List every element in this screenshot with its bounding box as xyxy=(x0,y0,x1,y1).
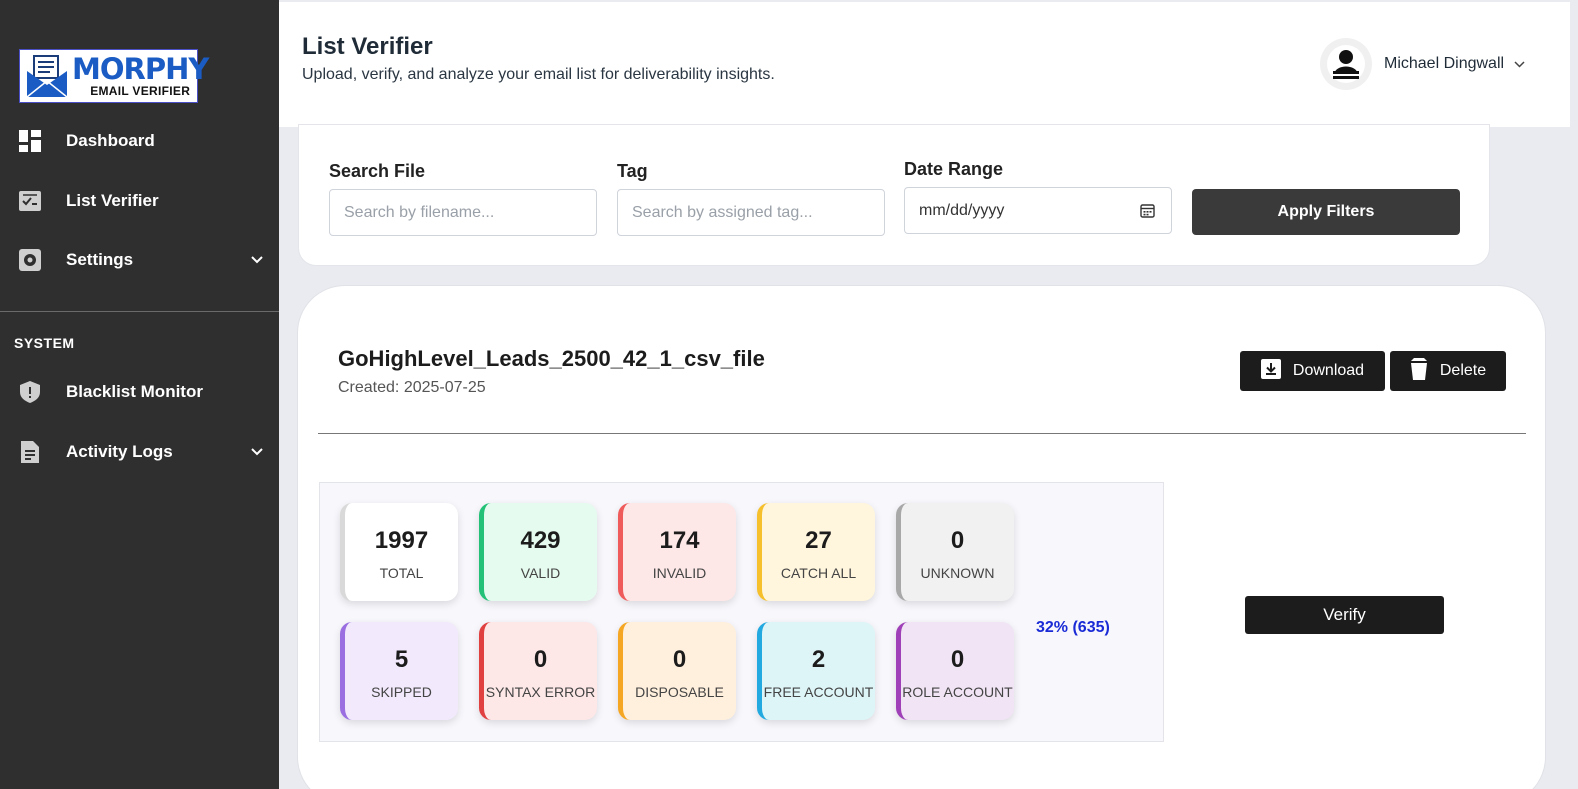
app-logo[interactable]: MORPHY EMAIL VERIFIER xyxy=(19,49,209,103)
sidebar-item-dashboard[interactable]: Dashboard xyxy=(0,121,279,161)
stat-label: INVALID xyxy=(652,565,707,581)
stat-label: TOTAL xyxy=(379,565,424,581)
card-divider xyxy=(318,433,1526,434)
stat-label: VALID xyxy=(520,565,561,581)
file-created-date: Created: 2025-07-25 xyxy=(338,379,486,396)
stat-card-disposable: 0 DISPOSABLE xyxy=(618,622,736,720)
stat-card-skipped: 5 SKIPPED xyxy=(340,622,458,720)
search-file-input[interactable]: Search by filename... xyxy=(329,189,597,236)
chevron-down-icon xyxy=(251,251,263,269)
sidebar-divider xyxy=(0,311,279,312)
sidebar-item-label: List Verifier xyxy=(66,191,159,210)
date-range-input[interactable]: mm/dd/yyyy xyxy=(904,187,1172,234)
sidebar-item-settings[interactable]: Settings xyxy=(0,240,279,280)
search-file-label: Search File xyxy=(329,161,426,181)
stat-label: SYNTAX ERROR xyxy=(485,684,596,700)
download-icon xyxy=(1260,358,1281,384)
envelope-icon xyxy=(24,53,70,99)
stat-label: UNKNOWN xyxy=(920,565,995,581)
sidebar-item-label: Settings xyxy=(66,250,134,269)
delete-button[interactable]: Delete xyxy=(1390,351,1506,391)
sidebar-item-label: Dashboard xyxy=(66,131,155,150)
stat-value: 1997 xyxy=(374,527,429,554)
avatar xyxy=(1320,38,1372,90)
verification-progress-text: 32% (635) xyxy=(1036,619,1110,636)
stat-label: CATCH ALL xyxy=(780,565,857,581)
page-header: List Verifier Upload, verify, and analyz… xyxy=(279,2,1570,127)
stat-label: FREE ACCOUNT xyxy=(763,684,874,700)
stat-card-unknown: 0 UNKNOWN xyxy=(896,503,1014,601)
stat-card-total: 1997 TOTAL xyxy=(340,503,458,601)
download-button[interactable]: Download xyxy=(1240,351,1385,391)
tag-label: Tag xyxy=(617,161,648,181)
dashboard-icon xyxy=(19,130,41,152)
sidebar-item-list-verifier[interactable]: List Verifier xyxy=(0,181,279,221)
stat-card-free-account: 2 FREE ACCOUNT xyxy=(757,622,875,720)
stat-label: ROLE ACCOUNT xyxy=(902,684,1013,700)
file-card: GoHighLevel_Leads_2500_42_1_csv_file Cre… xyxy=(297,285,1546,789)
stat-card-catch-all: 27 CATCH ALL xyxy=(757,503,875,601)
shield-icon xyxy=(19,381,41,403)
stat-value: 27 xyxy=(805,527,832,554)
stat-card-role-account: 0 ROLE ACCOUNT xyxy=(896,622,1014,720)
stat-value: 429 xyxy=(520,527,561,554)
stat-value: 0 xyxy=(950,646,965,673)
logo-sub-text: EMAIL VERIFIER xyxy=(90,84,191,98)
page-title: List Verifier xyxy=(302,33,433,60)
user-menu[interactable]: Michael Dingwall xyxy=(1320,38,1525,90)
stat-card-syntax-error: 0 SYNTAX ERROR xyxy=(479,622,597,720)
document-icon xyxy=(19,441,41,463)
date-range-value: mm/dd/yyyy xyxy=(919,201,1005,219)
date-range-label: Date Range xyxy=(904,159,1004,179)
stat-value: 174 xyxy=(659,527,700,554)
gear-icon xyxy=(19,249,41,271)
delete-label: Delete xyxy=(1439,362,1487,379)
stat-value: 5 xyxy=(394,646,409,673)
tag-input[interactable]: Search by assigned tag... xyxy=(617,189,885,236)
stat-value: 0 xyxy=(533,646,548,673)
sidebar: MORPHY EMAIL VERIFIER Dashboard List Ver… xyxy=(0,0,279,789)
stat-label: DISPOSABLE xyxy=(635,684,724,700)
logo-main-text: MORPHY xyxy=(72,52,209,86)
section-label-system: SYSTEM xyxy=(14,335,75,351)
filters-panel: Search File Search by filename... Tag Se… xyxy=(298,124,1490,266)
sidebar-item-blacklist-monitor[interactable]: Blacklist Monitor xyxy=(0,372,279,412)
sidebar-item-label: Activity Logs xyxy=(66,442,173,461)
calendar-icon[interactable] xyxy=(1140,203,1155,223)
sidebar-item-activity-logs[interactable]: Activity Logs xyxy=(0,432,279,472)
stat-value: 2 xyxy=(811,646,826,673)
trash-icon xyxy=(1410,357,1428,385)
user-name: Michael Dingwall xyxy=(1384,55,1505,72)
sidebar-bottom xyxy=(0,779,279,789)
verify-button[interactable]: Verify xyxy=(1245,596,1444,634)
stat-card-valid: 429 VALID xyxy=(479,503,597,601)
stat-card-invalid: 174 INVALID xyxy=(618,503,736,601)
page-subtitle: Upload, verify, and analyze your email l… xyxy=(302,66,775,83)
stats-panel: 1997 TOTAL 429 VALID 174 INVALID 27 CATC… xyxy=(319,482,1164,742)
stat-value: 0 xyxy=(950,527,965,554)
sidebar-item-label: Blacklist Monitor xyxy=(66,382,203,401)
list-check-icon xyxy=(19,190,41,212)
file-name: GoHighLevel_Leads_2500_42_1_csv_file xyxy=(338,346,765,371)
chevron-down-icon xyxy=(251,443,263,461)
stat-value: 0 xyxy=(672,646,687,673)
download-label: Download xyxy=(1292,362,1365,379)
apply-filters-button[interactable]: Apply Filters xyxy=(1192,189,1460,235)
stat-label: SKIPPED xyxy=(371,684,432,700)
chevron-down-icon xyxy=(1514,55,1525,73)
